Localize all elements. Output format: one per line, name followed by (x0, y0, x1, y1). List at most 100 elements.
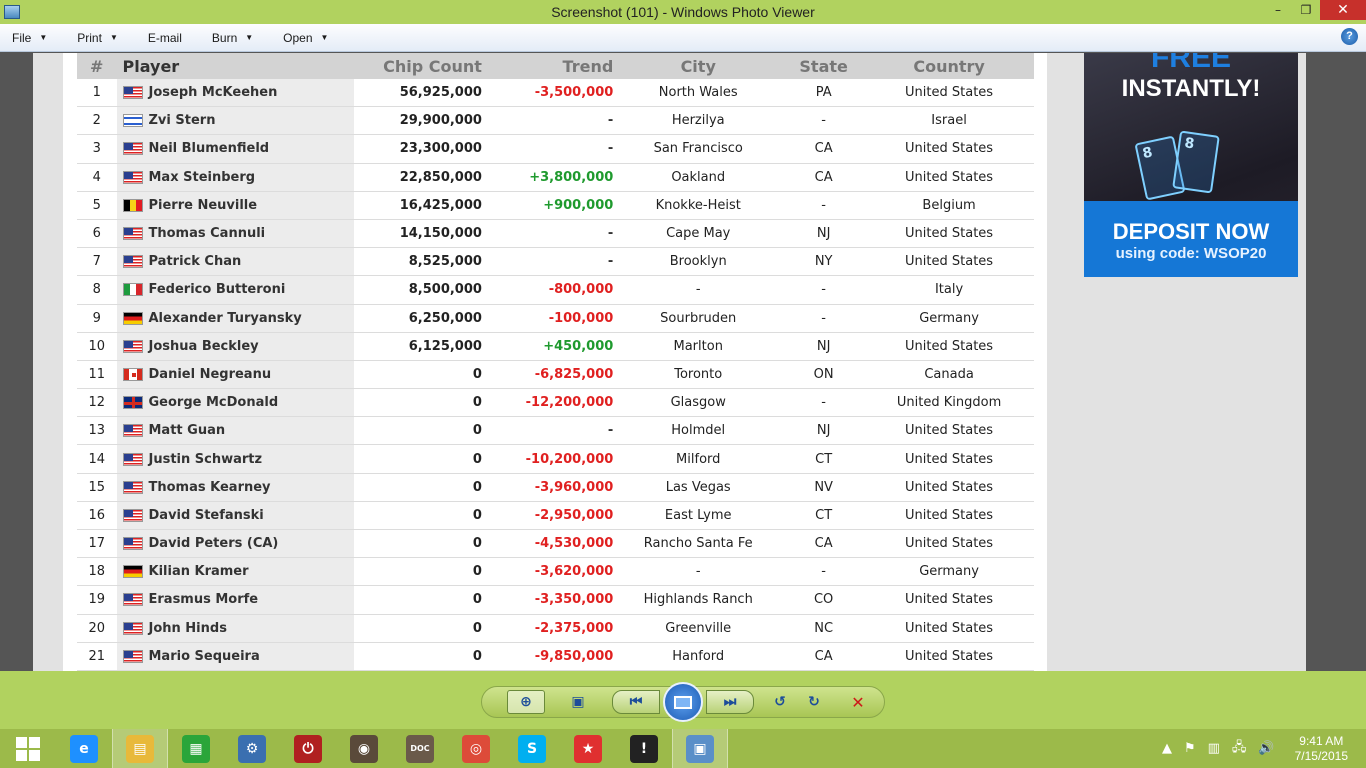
city-cell: Toronto (674, 366, 723, 382)
country-cell: United States (905, 451, 994, 467)
player-cell[interactable]: Matt Guan (116, 417, 354, 445)
rank-cell: 6 (92, 226, 101, 242)
city-cell: - (695, 564, 701, 580)
taskbar-speaker-app-button[interactable]: ◉ (336, 729, 392, 768)
player-cell[interactable]: Justin Schwartz (116, 445, 354, 473)
menu-burn[interactable]: Burn ▼ (208, 31, 257, 45)
close-icon[interactable]: ✕ (1320, 0, 1366, 20)
player-name: Federico Butteroni (148, 282, 286, 298)
menu-open[interactable]: Open ▼ (279, 31, 332, 45)
clock[interactable]: 9:41 AM 7/15/2015 (1295, 734, 1348, 764)
country-cell: United States (905, 423, 994, 439)
chip-count-cell: 0 (472, 536, 482, 552)
taskbar-photo-viewer-button[interactable]: ▣ (672, 729, 728, 768)
image-viewport: # Player Chip Count Trend City State Cou… (0, 53, 1366, 671)
ad-code-text: using code: WSOP20 (1115, 245, 1267, 262)
player-cell[interactable]: Erasmus Morfe (116, 586, 354, 614)
rank-cell: 11 (88, 366, 106, 382)
flag-icon (122, 537, 143, 551)
player-cell[interactable]: Pierre Neuville (116, 191, 354, 219)
player-cell[interactable]: Daniel Negreanu (116, 360, 354, 389)
chip-count-cell: 14,150,000 (399, 226, 482, 242)
country-cell: United States (905, 620, 994, 636)
flag-icon (122, 424, 143, 438)
player-cell[interactable]: Patrick Chan (116, 248, 354, 276)
header-trend: Trend (562, 56, 614, 76)
delete-button[interactable]: ✕ (843, 690, 873, 714)
next-button[interactable]: ⏭ (706, 690, 754, 714)
taskbar: e ▤ ▦ ⚙ ⏻ ◉ DOC ◎ S ★! ▣ ▲ ⚑ ▥ 🖧 🔊 9:41 AM 7/15/20… (0, 729, 1366, 768)
header-player: Player (122, 56, 180, 76)
chip-count-table: # Player Chip Count Trend City State Cou… (77, 53, 1034, 671)
maximize-icon[interactable]: ❐ (1292, 0, 1320, 20)
player-name: Joseph McKeehen (148, 85, 278, 101)
player-cell[interactable]: Kilian Kramer (116, 558, 354, 586)
rotate-cw-button[interactable]: ↻ (799, 690, 829, 714)
previous-button[interactable]: ⏮ (612, 690, 660, 714)
battery-icon[interactable]: ▥ (1208, 741, 1220, 756)
zoom-button[interactable]: ⊕ (507, 690, 545, 714)
menu-file[interactable]: File ▼ (8, 31, 51, 45)
country-cell: United States (905, 507, 994, 523)
flag-icon (122, 339, 143, 353)
player-cell[interactable]: Joseph McKeehen (116, 79, 354, 107)
flag-icon (122, 593, 143, 607)
player-cell[interactable]: Mario Sequeira (116, 642, 354, 670)
chip-count-cell: 0 (472, 648, 482, 664)
taskbar-file-explorer-button[interactable]: ▤ (112, 729, 168, 768)
player-cell[interactable]: David Peters (CA) (116, 530, 354, 558)
player-cell[interactable]: John Hinds (116, 614, 354, 642)
table-row: 1 Joseph McKeehen 56,925,000 -3,500,000 Nort… (77, 79, 1034, 108)
table-row: 2 Zvi Stern 29,900,000 - Herzilya - Israel (77, 107, 1034, 136)
menu-print[interactable]: Print ▼ (73, 31, 122, 45)
action-center-icon[interactable]: ⚑ (1184, 741, 1196, 756)
city-cell: Cape May (666, 226, 731, 242)
table-header: # Player Chip Count Trend City State Cou… (77, 53, 1034, 79)
slideshow-button[interactable] (663, 682, 703, 722)
player-cell[interactable]: Neil Blumenfield (116, 135, 354, 163)
taskbar-control-panel-button[interactable]: ⚙ (224, 729, 280, 768)
player-cell[interactable]: Thomas Kearney (116, 473, 354, 501)
player-cell[interactable]: Federico Butteroni (116, 276, 354, 304)
taskbar-chrome-button[interactable]: ◎ (448, 729, 504, 768)
player-cell[interactable]: Max Steinberg (116, 163, 354, 191)
rank-cell: 4 (92, 169, 101, 185)
player-cell[interactable]: Joshua Beckley (116, 332, 354, 360)
trend-cell: +3,800,000 (529, 169, 614, 185)
header-state: State (799, 56, 848, 76)
rank-cell: 17 (88, 536, 106, 552)
player-cell[interactable]: Alexander Turyansky (116, 304, 354, 332)
fit-window-button[interactable]: ▣ (563, 690, 593, 714)
taskbar-document-app-button[interactable]: DOC (392, 729, 448, 768)
taskbar-power-button[interactable]: ⏻ (280, 729, 336, 768)
player-cell[interactable]: David Stefanski (116, 501, 354, 529)
menu-burn-label: Burn (211, 30, 238, 45)
chrome-icon: ◎ (462, 734, 490, 763)
rotate-ccw-button[interactable]: ↺ (765, 690, 795, 714)
player-name: Max Steinberg (148, 169, 256, 185)
taskbar-skype-button[interactable]: S (504, 729, 560, 768)
city-cell: Las Vegas (665, 479, 731, 495)
menu-email-label: E-mail (147, 30, 182, 45)
minimize-icon[interactable]: – (1264, 0, 1292, 20)
taskbar-internet-explorer-button[interactable]: e (56, 729, 112, 768)
trend-cell: - (607, 113, 614, 129)
table-row: 7 Patrick Chan 8,525,000 - Brooklyn NY United … (77, 248, 1034, 277)
player-cell[interactable]: Zvi Stern (116, 107, 354, 135)
start-button[interactable] (0, 729, 56, 768)
help-icon[interactable]: ? (1341, 28, 1358, 45)
flag-icon (122, 227, 143, 241)
network-icon[interactable]: 🖧 (1232, 738, 1247, 760)
player-cell[interactable]: George McDonald (116, 389, 354, 417)
taskbar-store-button[interactable]: ▦ (168, 729, 224, 768)
player-cell[interactable]: Thomas Cannuli (116, 219, 354, 248)
ad-banner[interactable]: FREE INSTANTLY! 8 8 DEPOSIT NOW using co… (1084, 53, 1298, 277)
taskbar-star-app-button[interactable]: ★ (560, 729, 616, 768)
chip-count-cell: 0 (472, 451, 482, 467)
state-cell: NY (814, 254, 833, 270)
viewer-toolbar: ⊕ ▣ ⏮ ⏭ ↺ ↻ ✕ (0, 671, 1366, 729)
taskbar-alert-app-button[interactable]: ! (616, 729, 672, 768)
volume-icon[interactable]: 🔊 (1258, 741, 1274, 756)
show-hidden-icon[interactable]: ▲ (1162, 741, 1172, 756)
menu-email[interactable]: E-mail (144, 31, 186, 45)
